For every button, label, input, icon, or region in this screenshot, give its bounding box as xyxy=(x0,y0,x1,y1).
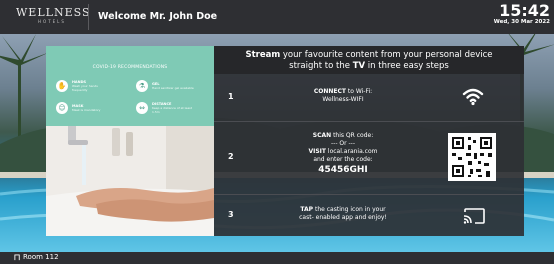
headline-stream: Stream xyxy=(245,50,281,60)
logo-main-text: WELLNESS xyxy=(16,6,91,19)
or-separator: --- Or --- xyxy=(331,140,355,147)
casting-headline: Stream your favourite content from your … xyxy=(214,46,524,74)
covid-promo-panel: COVID-19 RECOMMENDATIONS ✋ HANDS Wash yo… xyxy=(46,46,214,236)
step-verb: TAP xyxy=(300,206,314,213)
step-verb: CONNECT xyxy=(313,88,346,95)
step-number: 3 xyxy=(228,210,234,219)
covid-title: COVID-19 RECOMMENDATIONS xyxy=(92,65,168,70)
clock-time: 15:42 xyxy=(499,1,550,20)
hand-washing-photo xyxy=(46,126,214,236)
step-instruction-line2: cast- enabled app and enjoy! xyxy=(299,214,387,221)
step-instruction: this QR code: xyxy=(331,132,374,139)
visit-verb: VISIT xyxy=(308,148,327,155)
covid-item-desc: Hand sanitizer gel available xyxy=(152,86,194,90)
wifi-network-name: Wellness-WIFI xyxy=(322,96,364,103)
distance-icon: ⇔ xyxy=(136,102,148,114)
pairing-code: 45456GHI xyxy=(318,165,368,175)
covid-item-hands: ✋ HANDS Wash your hands frequently xyxy=(56,80,114,92)
step-text: SCAN this QR code: --- Or --- VISIT loca… xyxy=(260,132,426,176)
covid-recommendations-card: COVID-19 RECOMMENDATIONS ✋ HANDS Wash yo… xyxy=(46,46,214,126)
headline-text-2a: straight to the xyxy=(289,61,353,71)
covid-item-gel: ⚗ GEL Hand sanitizer gel available xyxy=(136,80,194,92)
step-text: TAP the casting icon in your cast- enabl… xyxy=(260,206,426,222)
headline-tv: TV xyxy=(352,61,366,71)
covid-item-desc: Wash your hands frequently xyxy=(72,84,98,92)
room-indicator: Room 112 xyxy=(14,253,59,261)
step-text: CONNECT to Wi-Fi: Wellness-WIFI xyxy=(260,88,426,104)
covid-item-desc: Keep a distance of at least 1.5m xyxy=(152,106,192,114)
cast-icon xyxy=(463,208,485,224)
top-bar: WELLNESS HOTELS Welcome Mr. John Doe 15:… xyxy=(0,0,554,34)
logo-sub-text: HOTELS xyxy=(38,19,66,24)
gel-bottle-icon: ⚗ xyxy=(136,80,148,92)
step-connect: 1 CONNECT to Wi-Fi: Wellness-WIFI xyxy=(214,74,524,121)
face-mask-icon: ☺ xyxy=(56,102,68,114)
hand-wash-icon: ✋ xyxy=(56,80,68,92)
bottom-bar: Room 112 xyxy=(0,252,554,264)
headline-text-2b: in three easy steps xyxy=(365,61,449,71)
clock: 15:42 Wed, 30 Mar 2022 xyxy=(494,2,550,26)
covid-item-distance: ⇔ DISTANCE Keep a distance of at least 1… xyxy=(136,102,194,114)
step-number: 1 xyxy=(228,92,234,101)
qr-code-icon xyxy=(448,133,496,181)
covid-item-mask: ☺ MASK Mask is mandatory xyxy=(56,102,114,114)
step-tap: 3 TAP the casting icon in your cast- ena… xyxy=(214,195,524,236)
hotel-logo: WELLNESS HOTELS xyxy=(16,6,91,30)
step-verb: SCAN xyxy=(312,132,332,139)
logo-divider xyxy=(88,4,89,30)
enter-code-instruction: and enter the code: xyxy=(313,156,373,163)
covid-item-desc: Mask is mandatory xyxy=(72,108,101,112)
welcome-message: Welcome Mr. John Doe xyxy=(98,11,218,22)
wifi-icon xyxy=(462,88,484,106)
room-number: Room 112 xyxy=(23,253,59,261)
visit-url: local.arania.com xyxy=(326,148,378,155)
step-instruction: the casting icon in your xyxy=(313,206,386,213)
casting-instructions-panel: Stream your favourite content from your … xyxy=(214,46,524,236)
clock-date: Wed, 30 Mar 2022 xyxy=(493,19,550,25)
step-instruction: to Wi-Fi: xyxy=(345,88,373,95)
door-icon xyxy=(14,253,20,260)
headline-text-1: your favourite content from your persona… xyxy=(280,50,493,60)
step-number: 2 xyxy=(228,152,234,161)
